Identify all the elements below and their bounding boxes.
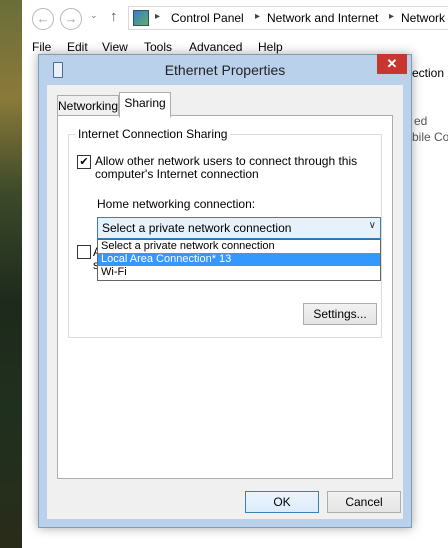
chevron-down-icon[interactable]: ∨	[369, 220, 376, 231]
breadcrumb-separator[interactable]: ▸	[389, 11, 394, 22]
home-networking-select[interactable]: Select a private network connection ∨	[97, 217, 381, 239]
explorer-text-fragment: bile Co	[412, 130, 448, 144]
menu-view[interactable]: View	[102, 40, 128, 54]
menu-edit[interactable]: Edit	[67, 40, 88, 54]
close-button[interactable]: ✕	[377, 54, 407, 74]
breadcrumb-control-panel[interactable]: Control Panel	[171, 11, 244, 25]
explorer-text-fragment: ection	[412, 66, 445, 80]
cancel-button[interactable]: Cancel	[327, 491, 401, 513]
back-icon[interactable]: ←	[32, 8, 54, 30]
menu-file[interactable]: File	[32, 40, 51, 54]
settings-button[interactable]: Settings...	[303, 303, 377, 325]
menu-tools[interactable]: Tools	[144, 40, 172, 54]
dialog-titlebar[interactable]: Ethernet Properties ✕	[39, 54, 411, 85]
breadcrumb-network-and-internet[interactable]: Network and Internet	[267, 11, 378, 25]
desktop-background-strip	[0, 0, 22, 548]
sharing-tab-panel: Internet Connection Sharing ✔ Allow othe…	[57, 115, 393, 479]
menu-help[interactable]: Help	[258, 40, 283, 54]
tab-sharing[interactable]: Sharing	[119, 92, 171, 118]
forward-icon[interactable]: →	[60, 8, 82, 30]
address-bar[interactable]: ▸ Control Panel ▸ Network and Internet ▸…	[128, 6, 448, 30]
dialog-title: Ethernet Properties	[164, 62, 286, 78]
allow-sharing-checkbox[interactable]: ✔	[77, 155, 91, 169]
dropdown-option-local-area-connection[interactable]: Local Area Connection* 13	[98, 253, 380, 266]
combo-selected-value: Select a private network connection	[102, 221, 292, 235]
group-title: Internet Connection Sharing	[75, 127, 231, 141]
breadcrumb-separator[interactable]: ▸	[255, 11, 260, 22]
menu-advanced[interactable]: Advanced	[189, 40, 242, 54]
control-panel-icon	[133, 10, 149, 26]
recent-locations-dropdown-icon[interactable]: ⌄	[90, 10, 98, 21]
home-networking-dropdown-list: Select a private network connection Loca…	[97, 239, 381, 281]
ethernet-properties-dialog: Ethernet Properties ✕ Networking Sharing…	[38, 54, 412, 528]
dropdown-option-wifi[interactable]: Wi-Fi	[98, 266, 380, 279]
explorer-text-fragment: ed	[414, 114, 428, 128]
home-networking-label: Home networking connection:	[97, 197, 256, 211]
internet-connection-sharing-group: Internet Connection Sharing ✔ Allow othe…	[68, 127, 382, 338]
allow-control-checkbox[interactable]	[77, 245, 91, 259]
breadcrumb-separator[interactable]: ▸	[155, 11, 160, 22]
breadcrumb-network[interactable]: Network	[401, 11, 445, 25]
dialog-client-area: Networking Sharing Internet Connection S…	[47, 85, 403, 519]
navigation-bar: ← → ⌄ ↑ ▸ Control Panel ▸ Network and In…	[22, 0, 448, 36]
tab-networking[interactable]: Networking	[57, 95, 119, 116]
up-icon[interactable]: ↑	[110, 8, 118, 25]
allow-sharing-label-line2: computer's Internet connection	[95, 167, 259, 181]
dropdown-option-select[interactable]: Select a private network connection	[98, 240, 380, 253]
ok-button[interactable]: OK	[245, 491, 319, 513]
